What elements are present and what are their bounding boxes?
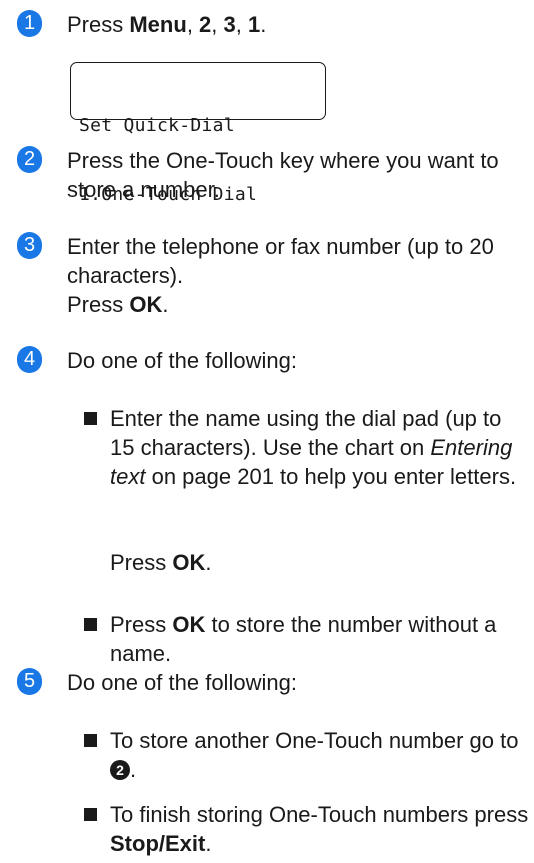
bullet-press-ok: Press OK.	[110, 550, 212, 575]
step-text: Do one of the following:	[67, 348, 297, 373]
ok-key: OK	[172, 612, 206, 637]
step-number-badge: 3	[17, 232, 42, 259]
bullet-text: Enter the name using the dial pad (up to…	[110, 406, 517, 489]
bullet-square-icon	[84, 412, 97, 425]
step-text: Enter the telephone or fax number (up to…	[67, 234, 494, 288]
ok-key: OK	[172, 550, 206, 575]
step-number-badge: 4	[17, 346, 42, 373]
step-number-badge: 1	[17, 10, 42, 37]
bullet-text: Press OK to store the number without a n…	[110, 612, 497, 666]
step-number-badge: 5	[17, 668, 42, 695]
step-reference-icon: 2	[110, 760, 130, 780]
ok-key: OK	[129, 292, 163, 317]
bullet-square-icon	[84, 808, 97, 821]
step-press-ok: Press OK.	[67, 292, 169, 317]
stop-exit-key: Stop/Exit	[110, 831, 206, 856]
step-number-badge: 2	[17, 146, 42, 173]
lcd-display: Set Quick-Dial 1.One-Touch Dial	[70, 62, 326, 205]
bullet-square-icon	[84, 618, 97, 631]
bullet-text: To store another One-Touch number go to …	[110, 728, 519, 782]
step-text: Do one of the following:	[67, 670, 297, 695]
step-text: Press the One-Touch key where you want t…	[67, 148, 499, 202]
step-text: Press Menu, 2, 3, 1.	[67, 12, 267, 37]
lcd-line-1: Set Quick-Dial	[79, 115, 235, 136]
bullet-square-icon	[84, 734, 97, 747]
bullet-text: To finish storing One-Touch numbers pres…	[110, 802, 529, 856]
menu-key: Menu	[129, 12, 187, 37]
